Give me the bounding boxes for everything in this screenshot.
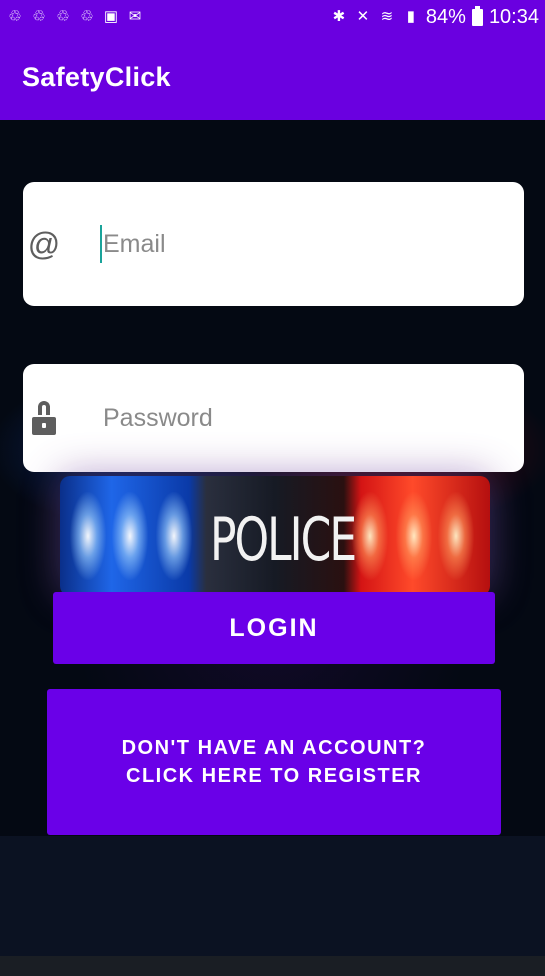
- battery-percent: 84%: [425, 5, 466, 28]
- mute-icon: ✕: [356, 8, 370, 25]
- wifi-icon: ≋: [380, 8, 394, 25]
- police-banner-text: POLICE: [210, 506, 357, 575]
- password-input[interactable]: [101, 402, 512, 434]
- system-status: ✱ ✕ ≋ ▮ 84% 10:34: [330, 5, 539, 29]
- app-bar: SafetyClick: [0, 34, 545, 120]
- bottom-area: [0, 836, 545, 956]
- bluetooth-icon: ✱: [332, 8, 346, 25]
- blue-light-icon: [70, 492, 106, 580]
- register-line-2: CLICK HERE TO REGISTER: [126, 765, 422, 787]
- police-lights-banner: POLICE: [60, 476, 490, 596]
- at-sign-icon: @: [27, 225, 61, 262]
- blue-light-icon: [112, 492, 148, 580]
- notification-icons: ♲ ♲ ♲ ♲ ▣ ✉: [6, 8, 144, 26]
- sync-icon: ♲: [32, 8, 46, 25]
- email-field[interactable]: @: [23, 182, 524, 306]
- sync-icon: ♲: [80, 8, 94, 25]
- login-button-label: LOGIN: [229, 613, 319, 642]
- sync-icon: ♲: [8, 8, 22, 25]
- battery-icon: [471, 5, 483, 26]
- email-input[interactable]: [101, 228, 512, 260]
- app-title: SafetyClick: [22, 61, 171, 92]
- red-light-icon: [352, 492, 388, 580]
- sync-icon: ♲: [56, 8, 70, 25]
- mail-icon: ✉: [128, 8, 142, 25]
- register-button[interactable]: DON'T HAVE AN ACCOUNT? CLICK HERE TO REG…: [47, 689, 501, 835]
- register-line-1: DON'T HAVE AN ACCOUNT?: [121, 737, 427, 759]
- password-field[interactable]: [23, 364, 524, 472]
- status-bar: ♲ ♲ ♲ ♲ ▣ ✉ ✱ ✕ ≋ ▮ 84% 10:34: [0, 0, 545, 34]
- blue-light-icon: [156, 492, 192, 580]
- red-light-icon: [438, 492, 474, 580]
- lock-icon: [27, 401, 61, 435]
- login-button[interactable]: LOGIN: [53, 592, 495, 664]
- signal-icon: ▮: [406, 8, 416, 25]
- system-nav-bar: [0, 956, 545, 976]
- clock: 10:34: [488, 5, 539, 28]
- red-light-icon: [396, 492, 432, 580]
- image-icon: ▣: [103, 8, 119, 25]
